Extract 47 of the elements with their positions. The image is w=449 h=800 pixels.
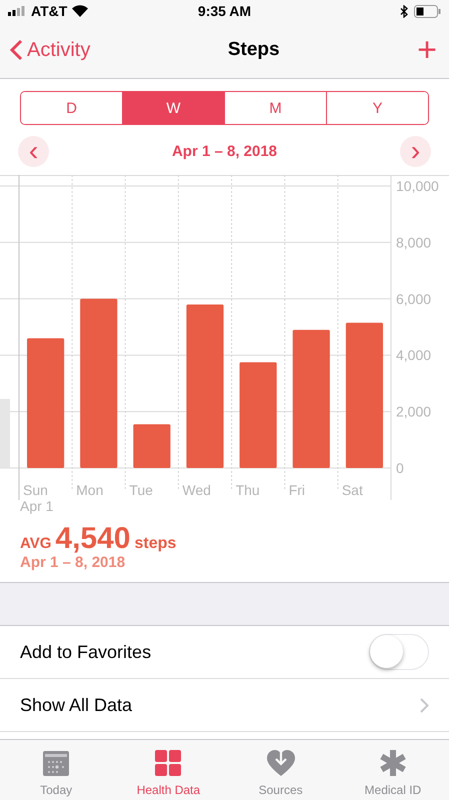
- row-label: Add to Favorites: [20, 642, 152, 662]
- axis-label: 4,000: [396, 347, 432, 364]
- battery-icon: [414, 4, 441, 18]
- start-date: Apr 1: [20, 498, 54, 514]
- clock-time: 9:35 AM: [198, 3, 252, 19]
- step-bar: [133, 424, 170, 468]
- chevron-icon: [420, 698, 429, 712]
- average-unit: steps: [134, 535, 176, 553]
- tab-bar-item[interactable]: Today: [0, 740, 112, 800]
- day-label: Sat: [342, 482, 363, 498]
- day-label: Mon: [76, 482, 104, 498]
- tab-bar-item[interactable]: Health Data: [112, 740, 224, 800]
- back-button[interactable]: Activity: [10, 38, 90, 62]
- next-button[interactable]: ›: [400, 136, 431, 166]
- bluetooth-icon: [400, 4, 408, 18]
- period-tab[interactable]: Y: [326, 92, 428, 124]
- screen-title: Steps: [228, 39, 280, 61]
- asterisk-icon: [378, 749, 407, 777]
- heart-download-icon: [266, 749, 296, 777]
- axis-label: 2,000: [396, 404, 432, 420]
- average-range: Apr 1 – 8, 2018: [20, 554, 126, 571]
- axis-label: 8,000: [396, 234, 432, 250]
- day-label: Sun: [23, 482, 48, 498]
- back-chevron-icon: [10, 39, 23, 61]
- axis-label: 10,000: [396, 178, 439, 194]
- axis-label: 0: [396, 460, 404, 476]
- tab-bar-item[interactable]: Sources: [224, 740, 337, 800]
- signal-icon: [8, 6, 26, 16]
- calendar-icon: [42, 749, 70, 777]
- grid-icon: [154, 749, 182, 777]
- average-value: 4,540: [55, 522, 130, 556]
- previous-button[interactable]: ‹: [18, 136, 49, 166]
- average-prefix: AVG: [20, 535, 52, 552]
- day-label: Fri: [288, 482, 306, 498]
- row-label: Show All Data: [20, 694, 132, 716]
- carrier-name: AT&T: [31, 3, 68, 19]
- wifi-icon: [72, 5, 88, 17]
- day-label: Tue: [129, 482, 153, 498]
- toggle-switch[interactable]: [369, 634, 429, 670]
- tab-bar-item[interactable]: Medical ID: [336, 740, 449, 800]
- day-label: Thu: [236, 482, 260, 498]
- axis-label: 6,000: [396, 290, 432, 307]
- period-tab[interactable]: W: [122, 92, 224, 124]
- date-range: Apr 1 – 8, 2018: [172, 142, 278, 160]
- settings-row[interactable]: Add to Favorites: [0, 626, 449, 679]
- add-button[interactable]: +: [417, 33, 437, 67]
- day-label: Wed: [182, 482, 211, 498]
